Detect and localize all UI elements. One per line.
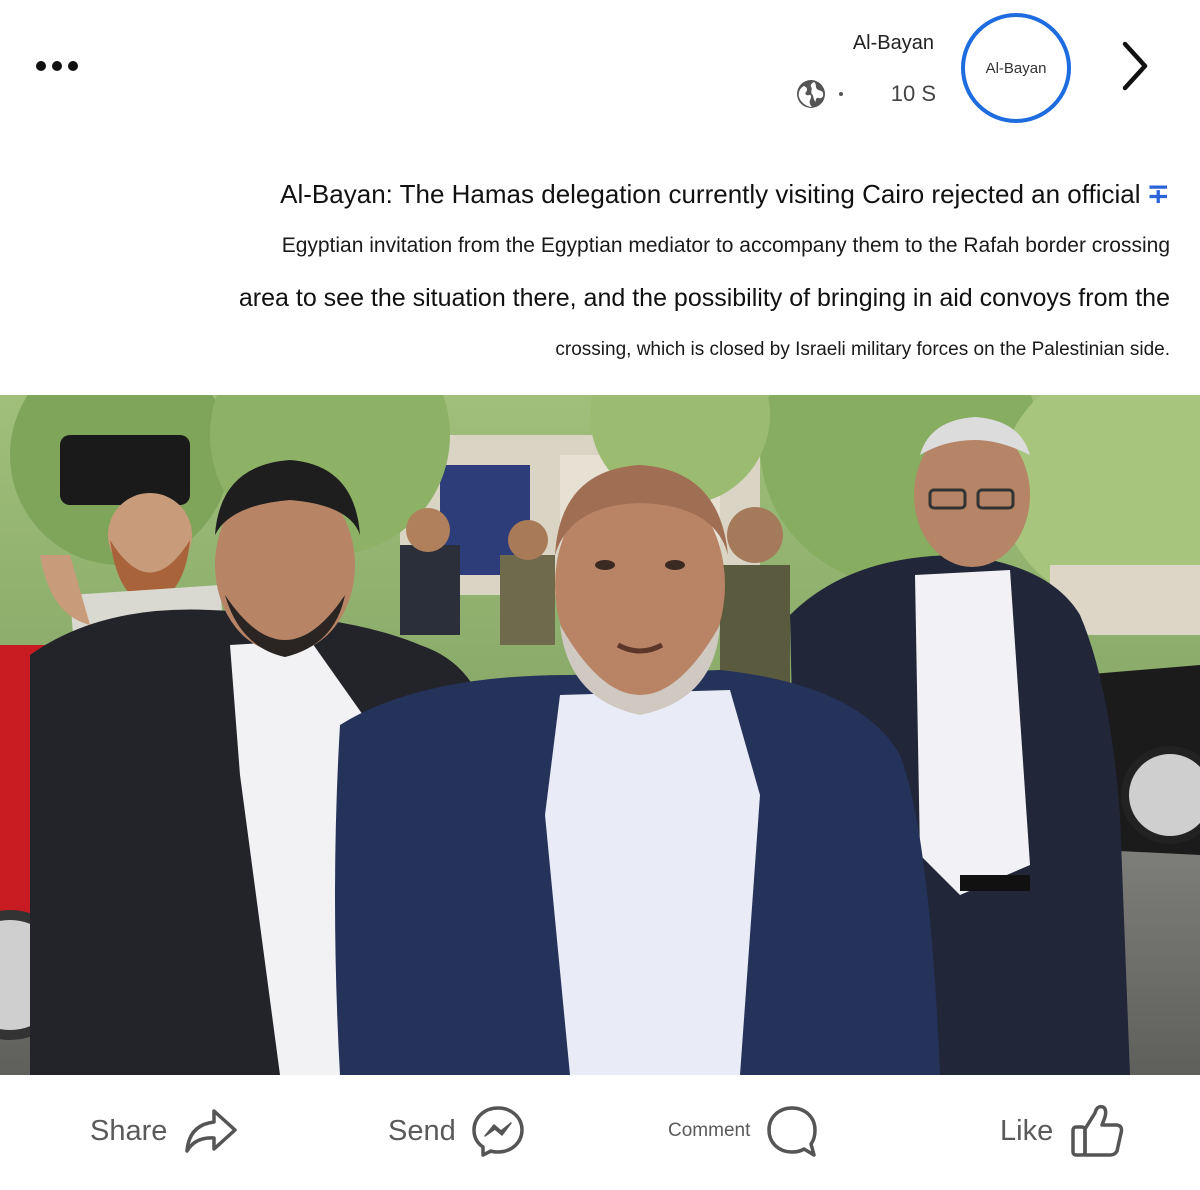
share-label: Share (90, 1114, 168, 1147)
more-options-button[interactable] (36, 50, 96, 82)
like-button[interactable]: Like (1000, 1101, 1127, 1161)
comment-bubble-icon (767, 1106, 818, 1157)
post-line-text: Al-Bayan: The Hamas delegation currently… (280, 179, 1141, 209)
post-line: Egyptian invitation from the Egyptian me… (281, 234, 1170, 257)
post-text: Al-Bayan: The Hamas delegation currently… (30, 168, 1170, 376)
share-button[interactable]: Share (90, 1101, 241, 1161)
chevron-right-icon[interactable] (1112, 36, 1156, 96)
post-meta: 10 S (795, 78, 936, 110)
send-button[interactable]: Send (388, 1101, 526, 1161)
post-header: Al-Bayan 10 S Al-Bayan (0, 0, 1200, 140)
more-dot (68, 61, 78, 71)
messenger-icon (471, 1106, 524, 1157)
comment-label: Comment (668, 1120, 751, 1141)
post-line: Al-Bayan: The Hamas delegation currently… (30, 168, 1170, 220)
more-dot (52, 61, 62, 71)
comment-button[interactable]: Comment (668, 1101, 820, 1161)
page-name[interactable]: Al-Bayan (853, 32, 934, 55)
avatar-label: Al-Bayan (970, 22, 1062, 114)
post-time[interactable]: 10 S (891, 81, 936, 107)
globe-icon (796, 80, 825, 108)
share-arrow-icon (185, 1109, 238, 1153)
post-line: area to see the situation there, and the… (238, 284, 1170, 312)
post-marker: ∓ (1146, 178, 1170, 209)
thumbs-up-icon (1071, 1104, 1124, 1157)
photo-illustration (0, 395, 1200, 1075)
post-photo[interactable] (0, 395, 1200, 1075)
send-label: Send (388, 1114, 456, 1147)
post-line: crossing, which is closed by Israeli mil… (555, 339, 1170, 360)
post-actions: Share Send Comment Like (0, 1075, 1200, 1190)
like-label: Like (1000, 1114, 1054, 1147)
page-avatar[interactable]: Al-Bayan (961, 13, 1071, 123)
more-dot (36, 61, 46, 71)
meta-separator (838, 92, 843, 96)
